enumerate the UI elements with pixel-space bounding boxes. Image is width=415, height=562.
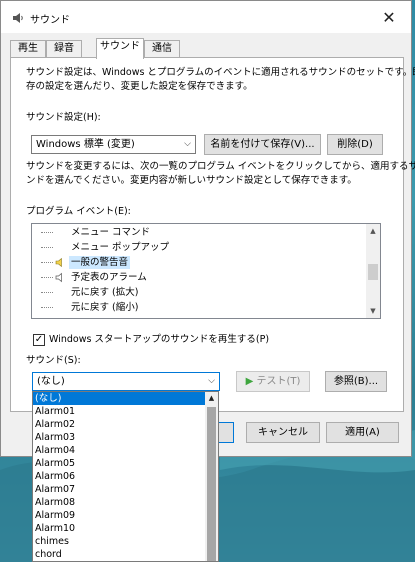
chevron-down-icon: ⌵ — [184, 139, 191, 149]
list-item[interactable]: メニュー コマンド — [32, 226, 362, 239]
test-button-label: テスト(T) — [256, 376, 301, 387]
sounds-label: サウンド(S): — [26, 355, 81, 366]
dropdown-option[interactable]: Alarm08 — [33, 496, 218, 509]
dropdown-option[interactable]: (なし) — [33, 392, 218, 405]
dropdown-option[interactable]: Alarm10 — [33, 522, 218, 535]
sound-scheme-select[interactable]: Windows 標準 (変更) ⌵ — [31, 135, 196, 154]
scroll-up-icon[interactable]: ▲ — [205, 392, 218, 405]
tree-line — [41, 292, 53, 293]
delete-button[interactable]: 削除(D) — [327, 134, 383, 155]
speaker-icon — [55, 257, 62, 268]
program-events-list[interactable]: メニュー コマンド メニュー ポップアップ 一般の警告音 予定表のアラーム 元に… — [31, 223, 381, 319]
list-item[interactable]: 予定表のアラーム — [32, 271, 362, 284]
change-text-1: サウンドを変更するには、次の一覧のプログラム イベントをクリックしてから、適用す… — [26, 161, 415, 172]
sounds-select-value: (なし) — [37, 376, 65, 387]
dropdown-option[interactable]: Alarm07 — [33, 483, 218, 496]
title-bar: サウンド ✕ — [1, 1, 411, 33]
chevron-down-icon: ⌵ — [208, 376, 215, 386]
tree-line — [41, 277, 53, 278]
browse-button[interactable]: 参照(B)... — [325, 371, 387, 392]
scroll-down-icon[interactable]: ▼ — [366, 304, 380, 318]
change-text-2: ンドを選んでください。変更内容が新しいサウンド設定として保存できます。 — [26, 175, 357, 186]
cancel-button[interactable]: キャンセル — [246, 422, 320, 443]
tab-sounds[interactable]: サウンド — [96, 38, 144, 59]
tab-playback[interactable]: 再生 — [10, 40, 46, 58]
sound-scheme-value: Windows 標準 (変更) — [36, 139, 135, 150]
close-button[interactable]: ✕ — [367, 1, 411, 33]
save-as-button[interactable]: 名前を付けて保存(V)... — [204, 134, 321, 155]
dropdown-option[interactable]: chimes — [33, 535, 218, 548]
close-icon: ✕ — [382, 7, 396, 27]
list-item[interactable]: 元に戻す (拡大) — [32, 286, 362, 299]
tree-line — [41, 262, 53, 263]
apply-button[interactable]: 適用(A) — [326, 422, 399, 443]
sounds-select[interactable]: (なし) ⌵ — [32, 372, 220, 391]
dropdown-option[interactable]: Alarm02 — [33, 418, 218, 431]
program-events-label: プログラム イベント(E): — [26, 206, 131, 217]
tree-line — [41, 247, 53, 248]
dropdown-option[interactable]: Alarm05 — [33, 457, 218, 470]
dropdown-option[interactable]: chord — [33, 548, 218, 561]
scroll-thumb[interactable] — [207, 407, 216, 561]
dropdown-option[interactable]: Alarm04 — [33, 444, 218, 457]
sound-dialog: サウンド ✕ 再生 録音 サウンド 通信 サウンド設定は、Windows とプロ… — [0, 0, 415, 457]
events-scrollbar[interactable]: ▲ ▼ — [366, 224, 380, 318]
dropdown-scrollbar[interactable]: ▲ — [205, 392, 218, 561]
tab-recording[interactable]: 録音 — [46, 40, 82, 58]
sounds-dropdown-list[interactable]: (なし) Alarm01 Alarm02 Alarm03 Alarm04 Ala… — [32, 391, 219, 562]
tab-communications[interactable]: 通信 — [144, 40, 180, 58]
checkmark-icon: ✓ — [34, 334, 44, 345]
sounds-panel: サウンド設定は、Windows とプログラムのイベントに適用されるサウンドのセッ… — [10, 57, 415, 412]
test-button[interactable]: ▶ テスト(T) — [236, 371, 310, 392]
dropdown-option[interactable]: Alarm01 — [33, 405, 218, 418]
startup-sound-checkbox[interactable]: ✓ — [33, 334, 45, 346]
scroll-thumb[interactable] — [368, 264, 378, 280]
list-item[interactable]: 元に戻す (縮小) — [32, 301, 362, 314]
speaker-icon — [55, 272, 62, 283]
intro-text-1: サウンド設定は、Windows とプログラムのイベントに適用されるサウンドのセッ… — [26, 67, 415, 78]
list-item-selected[interactable]: 一般の警告音 — [32, 256, 362, 269]
dropdown-option[interactable]: Alarm03 — [33, 431, 218, 444]
sound-scheme-label: サウンド設定(H): — [26, 112, 101, 123]
intro-text-2: 存の設定を選んだり、変更した設定を保存できます。 — [26, 81, 253, 92]
tree-line — [41, 232, 53, 233]
dropdown-option[interactable]: Alarm09 — [33, 509, 218, 522]
window-title: サウンド — [30, 15, 70, 26]
dropdown-option[interactable]: Alarm06 — [33, 470, 218, 483]
tree-line — [41, 307, 53, 308]
list-item[interactable]: メニュー ポップアップ — [32, 241, 362, 254]
speaker-icon — [13, 13, 23, 23]
scroll-up-icon[interactable]: ▲ — [366, 224, 380, 238]
play-icon: ▶ — [245, 376, 254, 387]
startup-sound-label: Windows スタートアップのサウンドを再生する(P) — [49, 334, 270, 345]
